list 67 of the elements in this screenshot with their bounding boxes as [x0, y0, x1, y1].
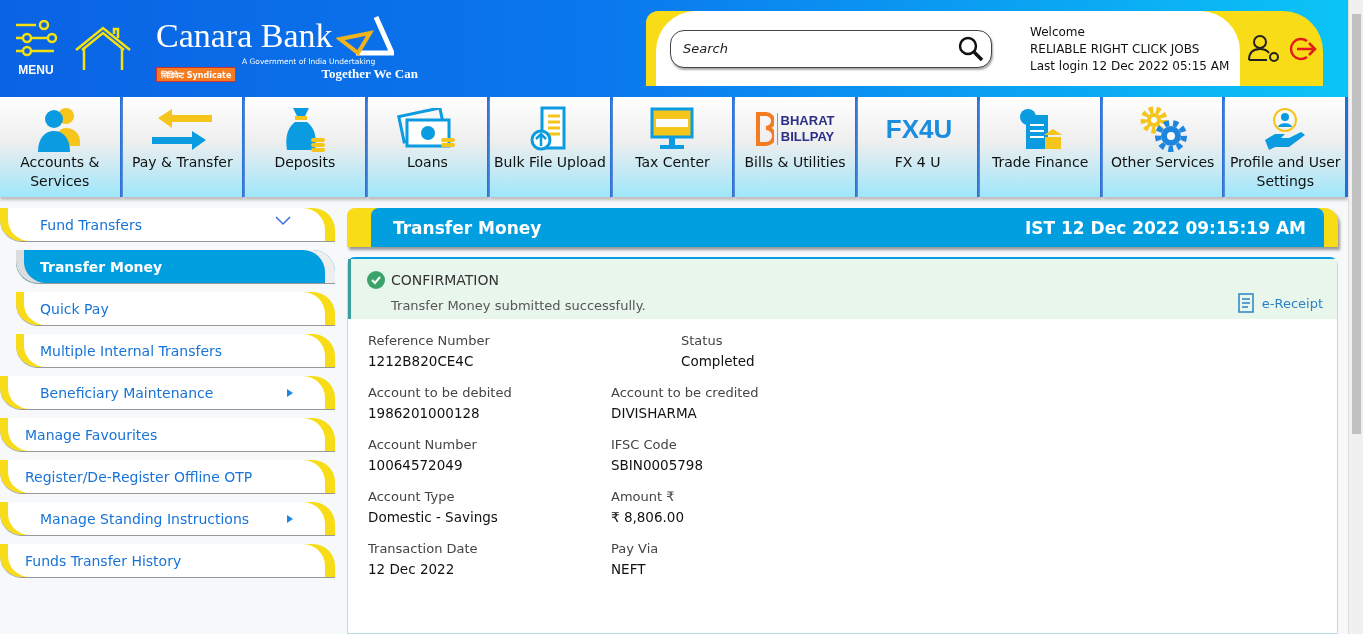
field-label: Reference Number — [368, 333, 491, 348]
field-label: Account to be credited — [611, 385, 760, 400]
nav-tile[interactable]: Accounts & Services — [0, 97, 123, 197]
bank-tagline: Together We Can — [321, 66, 418, 82]
nav-tile[interactable]: Deposits — [245, 97, 368, 197]
field-label: IFSC Code — [611, 437, 678, 452]
service-logo: BHARAT BILLPAY — [776, 113, 835, 145]
banknotes-icon — [397, 108, 458, 150]
menu-button[interactable]: MENU — [14, 20, 58, 77]
sidebar-item[interactable]: Funds Transfer History — [0, 544, 335, 578]
sidebar-item[interactable]: Beneficiary Maintenance — [0, 376, 335, 410]
sidebar-item[interactable]: Fund Transfers — [0, 208, 335, 242]
field-value: NEFT — [611, 561, 647, 577]
nav-tile[interactable]: Tax Center — [612, 97, 736, 197]
caret-right-icon — [287, 515, 293, 523]
field-value: 10064572049 — [368, 457, 464, 473]
field-value: DIVISHARMA — [611, 405, 698, 421]
sidebar-item[interactable]: Register/De-Register Offline OTP — [0, 460, 335, 494]
triangle-logo-icon — [335, 15, 394, 57]
confirmation-heading: CONFIRMATION — [391, 272, 499, 288]
field-label: Account Type — [368, 489, 456, 504]
last-login-text: Last login 12 Dec 2022 05:15 AM — [1030, 58, 1231, 73]
nav-tile[interactable]: Profile and User Settings — [1225, 97, 1348, 197]
monitor-percent-icon — [650, 107, 695, 151]
check-circle-icon — [367, 271, 385, 289]
field-value: ₹ 8,806.00 — [611, 509, 685, 525]
chevron-down-icon — [275, 216, 291, 226]
nav-tile[interactable]: Bulk File Upload — [490, 97, 613, 197]
field-label: Pay Via — [611, 541, 660, 556]
sidebar-item[interactable]: Manage Favourites — [0, 418, 335, 452]
scrollbar[interactable] — [1348, 0, 1363, 634]
page-title: Transfer Money — [393, 217, 542, 238]
timestamp: IST 12 Dec 2022 09:15:19 AM — [1024, 217, 1306, 238]
field-value: 12 Dec 2022 — [368, 561, 456, 577]
service-logo: FX4U — [884, 114, 953, 144]
home-icon[interactable] — [74, 25, 132, 72]
field-label: Transaction Date — [368, 541, 479, 556]
field-value: Domestic - Savings — [368, 509, 499, 525]
user-name: RELIABLE RIGHT CLICK JOBS — [1030, 41, 1201, 56]
field-value: SBIN0005798 — [611, 457, 705, 473]
field-value: 1986201000128 — [368, 405, 481, 421]
nav-tile[interactable]: Loans — [367, 97, 491, 197]
nav-tile[interactable]: FX4U FX 4 U — [857, 97, 981, 197]
confirmation-message: Transfer Money submitted successfully. — [391, 298, 646, 313]
caret-right-icon — [287, 389, 293, 397]
sidebar-item[interactable]: Quick Pay — [16, 292, 335, 326]
b-logo-icon — [755, 112, 774, 146]
sidebar-item[interactable]: Multiple Internal Transfers — [16, 334, 335, 368]
field-label: Account to be debited — [368, 385, 513, 400]
nav-tile[interactable]: BHARAT BILLPAY Bills & Utilities — [735, 97, 858, 197]
nav-tile[interactable]: Trade Finance — [980, 97, 1103, 197]
field-label: Status — [681, 333, 724, 348]
nav-tile[interactable]: Other Services — [1102, 97, 1226, 197]
field-value: 1212B820CE4C — [368, 353, 475, 369]
e-receipt-link[interactable]: e-Receipt — [1237, 293, 1323, 313]
document-icon — [1237, 293, 1254, 313]
partner-logo: सिंडिकेट Syndicate — [156, 66, 237, 82]
field-value: Completed — [681, 353, 756, 369]
search-field[interactable]: Search — [670, 29, 992, 68]
bank-name: Canara Bank — [156, 18, 333, 54]
field-label: Account Number — [368, 437, 478, 452]
welcome-text: Welcome — [1030, 24, 1086, 39]
user-settings-icon[interactable] — [1246, 33, 1281, 64]
search-icon[interactable] — [958, 35, 984, 62]
sidebar-item[interactable]: Manage Standing Instructions — [0, 502, 335, 536]
field-label: Amount ₹ — [611, 489, 676, 504]
nav-tile[interactable]: Pay & Transfer — [122, 97, 246, 197]
